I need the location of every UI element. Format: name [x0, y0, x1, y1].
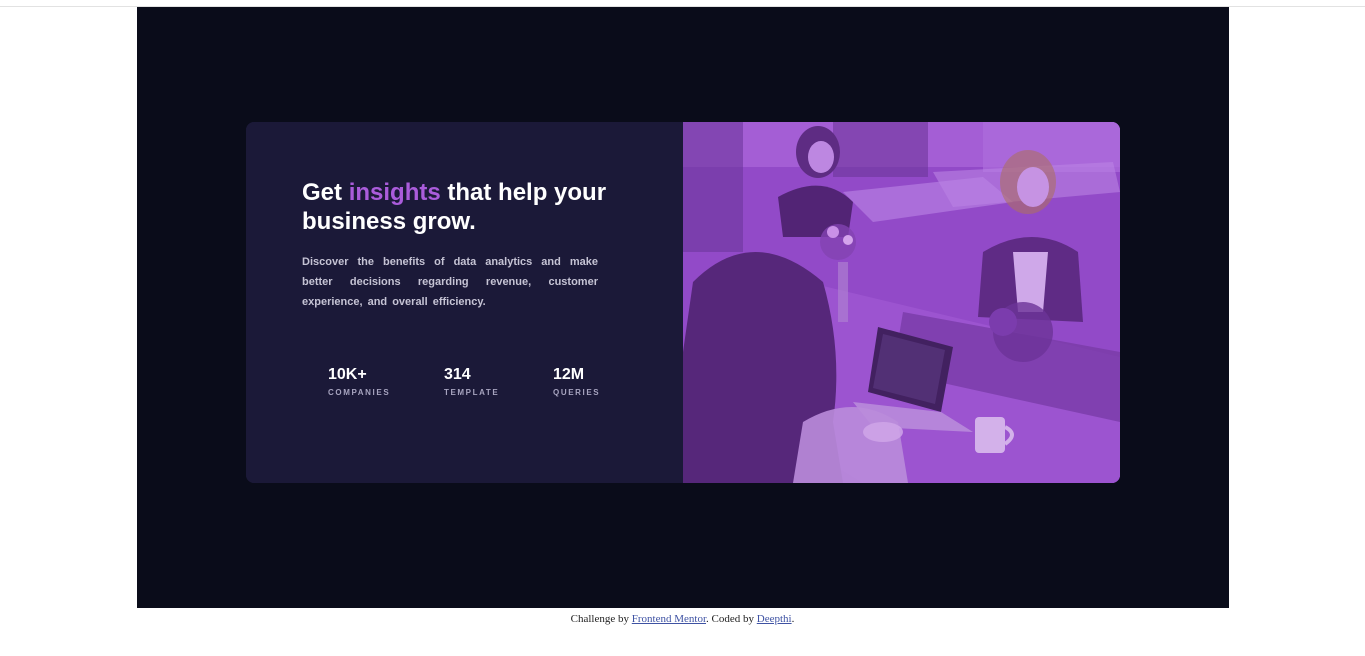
card-headline: Get insights that help your business gro…: [302, 178, 632, 236]
page-footer: Challenge by Frontend Mentor. Coded by D…: [0, 613, 1365, 625]
stat-label: COMPANIES: [328, 388, 391, 397]
hero-image: [683, 122, 1120, 483]
page-background: Get insights that help your business gro…: [137, 7, 1229, 608]
card-description: Discover the benefits of data analytics …: [302, 256, 598, 308]
stats-preview-card: Get insights that help your business gro…: [246, 122, 1120, 483]
frontend-mentor-link[interactable]: Frontend Mentor: [632, 613, 706, 625]
stat-value: 10K+: [328, 366, 367, 383]
office-women-working-image: [683, 122, 1120, 483]
stat-templates: 314 TEMPLATE: [444, 365, 499, 397]
stat-value: 314: [444, 366, 471, 383]
footer-middle: . Coded by: [706, 613, 757, 625]
footer-prefix: Challenge by: [570, 613, 632, 625]
stat-companies: 10K+ COMPANIES: [328, 365, 390, 397]
stat-label: QUERIES: [553, 388, 601, 397]
browser-top-edge: [0, 0, 1365, 7]
stat-queries: 12M QUERIES: [553, 365, 600, 397]
author-link[interactable]: Deepthi: [757, 613, 792, 625]
headline-prefix: Get: [302, 179, 349, 206]
stat-value: 12M: [553, 366, 585, 383]
headline-accent: insights: [348, 179, 441, 206]
footer-suffix: .: [791, 613, 795, 625]
stat-label: TEMPLATE: [444, 388, 500, 397]
card-text-panel: Get insights that help your business gro…: [246, 122, 683, 483]
